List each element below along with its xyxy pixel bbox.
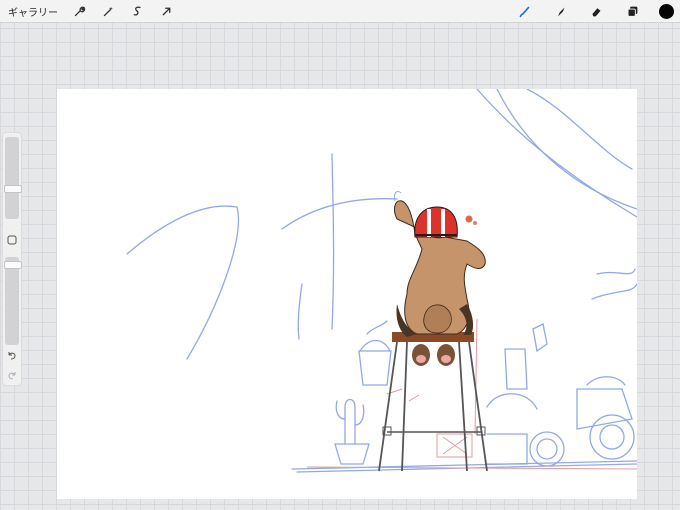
- top-toolbar: ギャラリー: [0, 0, 680, 23]
- artwork: [126, 89, 637, 473]
- opacity-thumb[interactable]: [4, 261, 22, 269]
- right-toolset: [507, 0, 674, 22]
- drawing-canvas[interactable]: [57, 89, 637, 499]
- gallery-button[interactable]: ギャラリー: [8, 4, 58, 19]
- stool: [378, 332, 488, 472]
- sketch-layer: [126, 89, 637, 473]
- wrench-icon[interactable]: [68, 1, 90, 21]
- left-sidebar: [2, 132, 22, 386]
- layers-icon[interactable]: [621, 1, 643, 21]
- transform-arrow-icon[interactable]: [155, 1, 177, 21]
- brush-size-slider[interactable]: [4, 137, 22, 219]
- smudge-icon[interactable]: [549, 1, 571, 21]
- selection-s-icon[interactable]: [126, 1, 148, 21]
- opacity-slider[interactable]: [4, 257, 22, 345]
- eraser-icon[interactable]: [585, 1, 607, 21]
- magic-wand-icon[interactable]: [97, 1, 119, 21]
- brush-icon[interactable]: [513, 1, 535, 21]
- undo-icon[interactable]: [5, 349, 19, 363]
- color-picker-swatch[interactable]: [659, 3, 674, 19]
- modify-square-icon[interactable]: [5, 233, 19, 247]
- redo-icon[interactable]: [5, 369, 19, 383]
- brush-size-thumb[interactable]: [4, 185, 22, 193]
